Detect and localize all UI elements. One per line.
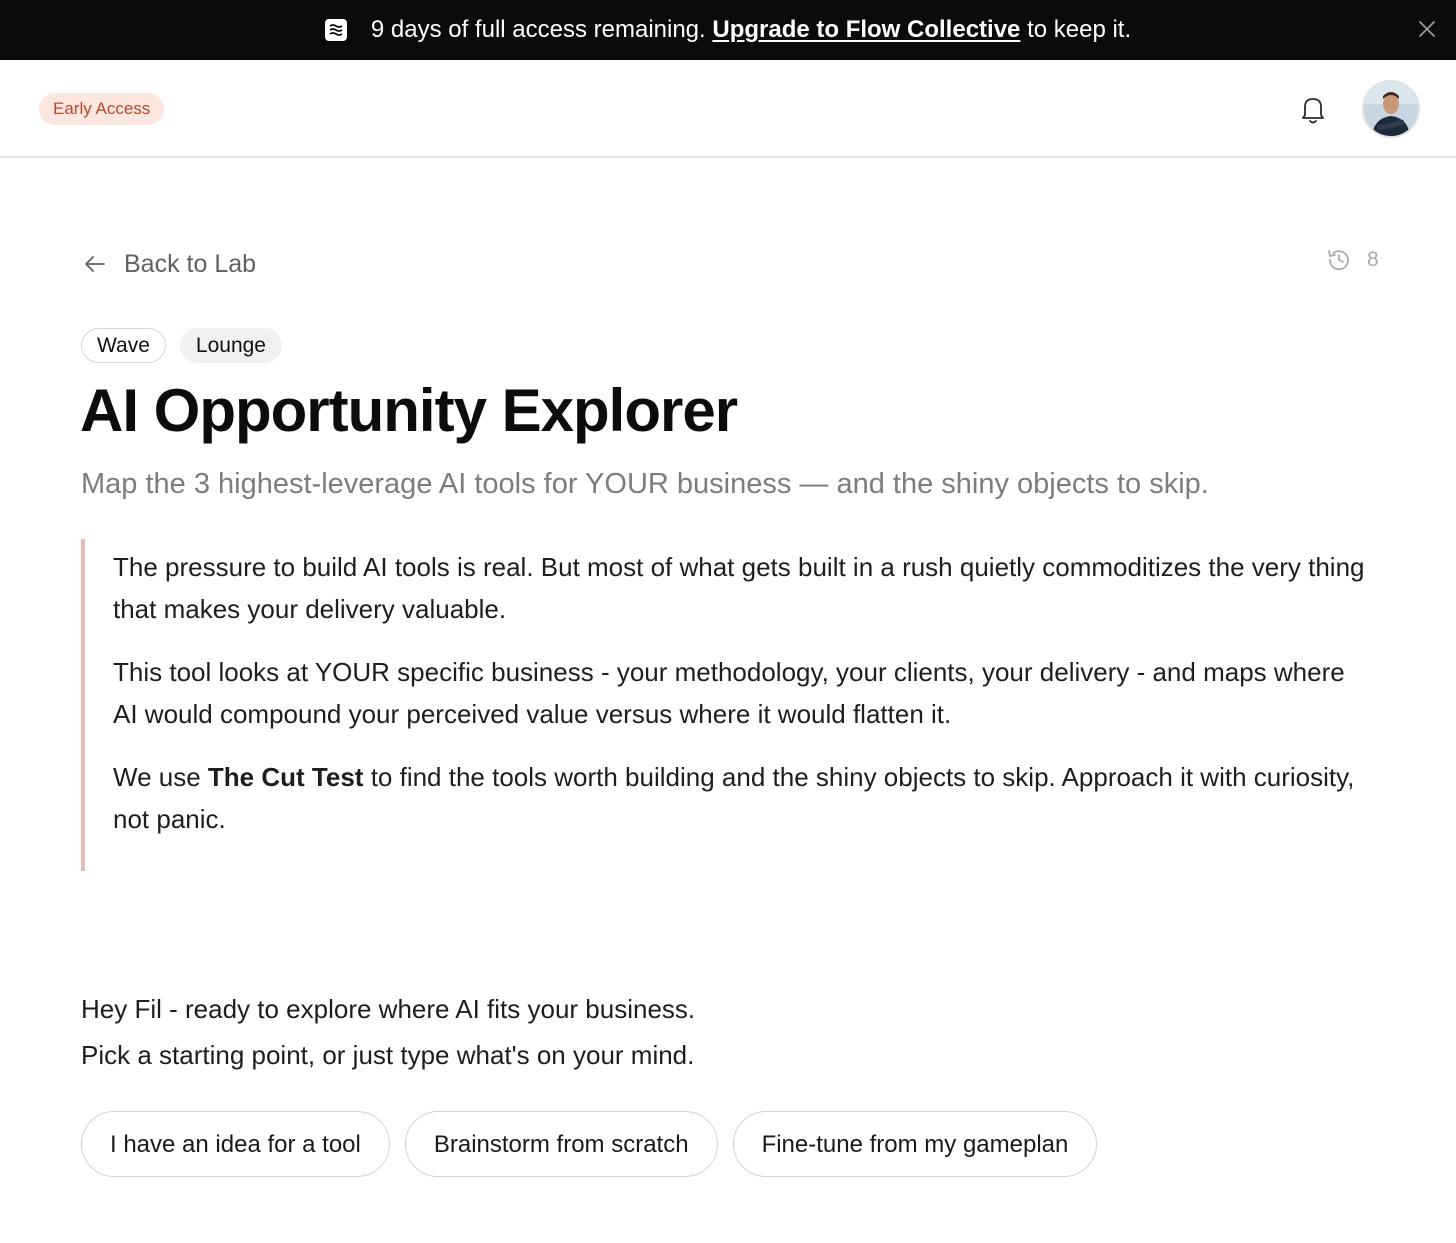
close-icon[interactable] [1416,18,1438,40]
intro-p3-prefix: We use [113,762,201,792]
intro-paragraph-2: This tool looks at YOUR specific busines… [113,657,1345,729]
intro-paragraph-1: The pressure to build AI tools is real. … [113,552,1365,624]
promo-prefix: 9 days of full access remaining. [370,16,706,43]
tag-lounge: Lounge [179,328,282,363]
flow-logo-icon [324,19,347,41]
cut-test-label: The Cut Test [207,762,364,792]
tag-wave: Wave [81,328,166,363]
back-to-lab-link[interactable]: Back to Lab [82,248,256,280]
intro-callout: The pressure to build AI tools is real. … [81,539,1371,871]
history-count: 8 [1367,248,1379,271]
promo-message: 9 days of full access remaining. Upgrade… [371,16,1131,44]
back-to-lab-label: Back to Lab [124,249,257,278]
arrow-left-icon [82,251,108,277]
option-idea-for-tool-button[interactable]: I have an idea for a tool [81,1111,390,1177]
promo-suffix: to keep it. [1027,16,1132,43]
page-title: AI Opportunity Explorer [80,377,738,444]
assistant-greeting: Hey Fil - ready to explore where AI fits… [81,986,695,1078]
starting-point-options: I have an idea for a tool Brainstorm fro… [81,1111,1112,1177]
early-access-badge: Early Access [39,93,165,125]
upgrade-link[interactable]: Upgrade to Flow Collective [712,16,1020,43]
tag-list: Wave Lounge [81,328,296,363]
greeting-line-1: Hey Fil - ready to explore where AI fits… [81,994,696,1024]
promo-banner: 9 days of full access remaining. Upgrade… [0,0,1456,60]
page-subtitle: Map the 3 highest-leverage AI tools for … [81,468,1209,500]
bell-icon[interactable] [1296,92,1330,126]
avatar[interactable] [1362,80,1420,138]
history-button[interactable]: 8 [1325,246,1379,274]
intro-paragraph-3: We use The Cut Test to find the tools wo… [113,756,1371,840]
option-brainstorm-button[interactable]: Brainstorm from scratch [404,1111,718,1177]
history-icon [1325,246,1353,274]
greeting-line-2: Pick a starting point, or just type what… [81,1040,695,1070]
app-header: Early Access [0,60,1456,158]
option-fine-tune-button[interactable]: Fine-tune from my gameplan [732,1111,1098,1177]
